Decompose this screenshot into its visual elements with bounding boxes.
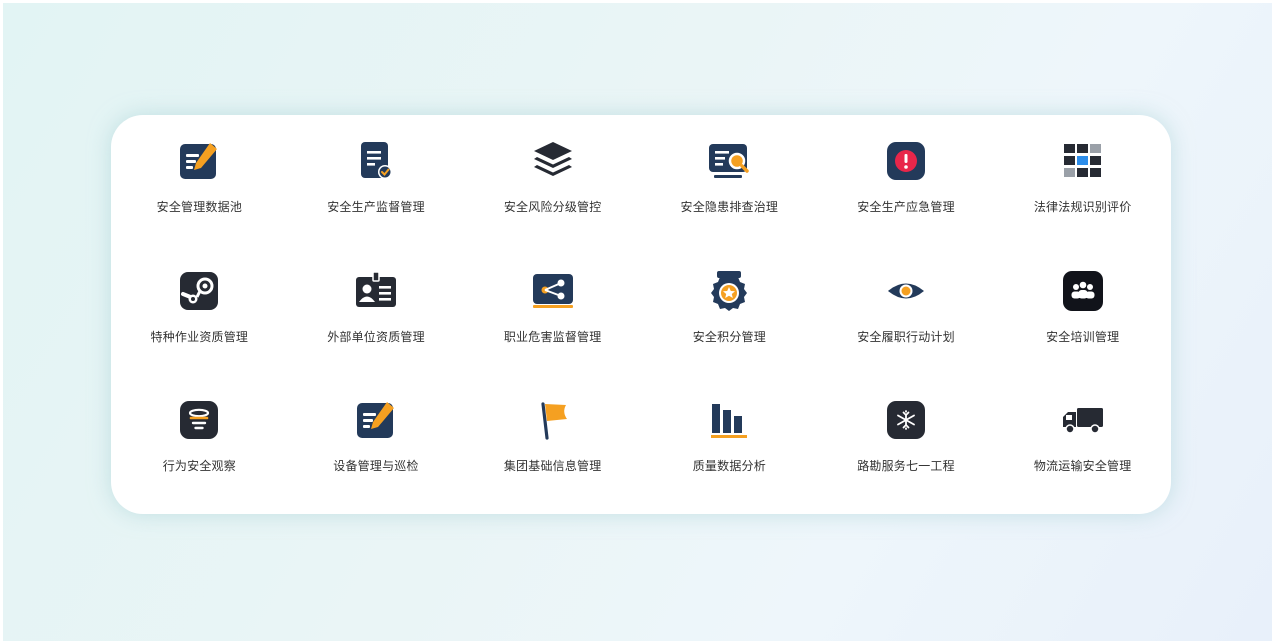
module-safety-data-pool[interactable]: 安全管理数据池	[111, 125, 288, 255]
module-group-basic-info[interactable]: 集团基础信息管理	[464, 384, 641, 514]
eye-icon	[884, 269, 928, 313]
grid-icon	[1061, 139, 1105, 183]
steam-icon	[177, 269, 221, 313]
medal-icon	[707, 269, 751, 313]
module-occupational-hazard[interactable]: 职业危害监督管理	[464, 255, 641, 385]
group-icon	[1061, 269, 1105, 313]
snowflake-icon	[884, 398, 928, 442]
module-label: 安全培训管理	[1046, 329, 1120, 344]
share-board-icon	[531, 269, 575, 313]
module-emergency-management[interactable]: 安全生产应急管理	[818, 125, 995, 255]
id-badge-icon	[354, 269, 398, 313]
module-equipment-inspection[interactable]: 设备管理与巡检	[288, 384, 465, 514]
module-label: 设备管理与巡检	[333, 459, 419, 474]
module-duty-action-plan[interactable]: 安全履职行动计划	[818, 255, 995, 385]
tornado-icon	[177, 398, 221, 442]
module-label: 路勘服务七一工程	[857, 459, 955, 474]
document-check-icon	[354, 139, 398, 183]
module-risk-control[interactable]: 安全风险分级管控	[464, 125, 641, 255]
module-hazard-inspection[interactable]: 安全隐患排查治理	[641, 125, 818, 255]
module-label: 安全管理数据池	[156, 200, 243, 214]
module-panel: 安全管理数据池 安全生产监督管理 安全风险分级管控 安全隐患排查治理 安全生产应…	[111, 115, 1171, 514]
module-label: 安全隐患排查治理	[680, 200, 779, 214]
truck-icon	[1061, 398, 1105, 442]
module-external-unit-qualification[interactable]: 外部单位资质管理	[288, 255, 465, 385]
module-law-evaluation[interactable]: 法律法规识别评价	[994, 125, 1171, 255]
module-label: 安全风险分级管控	[503, 200, 602, 214]
screen-search-icon	[707, 139, 751, 183]
module-safety-training[interactable]: 安全培训管理	[994, 255, 1171, 385]
module-label: 行为安全观察	[162, 459, 236, 474]
module-label: 集团基础信息管理	[503, 459, 602, 474]
layers-icon	[531, 139, 575, 183]
edit-square-icon	[354, 398, 398, 442]
module-label: 安全积分管理	[692, 329, 766, 344]
module-label: 物流运输安全管理	[1033, 459, 1132, 474]
module-label: 质量数据分析	[692, 459, 766, 474]
module-label: 安全生产监督管理	[327, 200, 425, 214]
module-quality-analysis[interactable]: 质量数据分析	[641, 384, 818, 514]
flag-icon	[531, 398, 575, 442]
module-label: 外部单位资质管理	[327, 329, 425, 344]
module-road-survey-service[interactable]: 路勘服务七一工程	[818, 384, 995, 514]
module-logistics-transport-safety[interactable]: 物流运输安全管理	[994, 384, 1171, 514]
alert-icon	[884, 139, 928, 183]
module-label: 特种作业资质管理	[150, 329, 249, 344]
module-production-supervision[interactable]: 安全生产监督管理	[288, 125, 465, 255]
edit-square-icon	[177, 139, 221, 183]
module-label: 安全履职行动计划	[857, 329, 955, 344]
module-behavior-observation[interactable]: 行为安全观察	[111, 384, 288, 514]
bar-chart-icon	[707, 398, 751, 442]
module-label: 安全生产应急管理	[857, 200, 955, 214]
module-safety-points[interactable]: 安全积分管理	[641, 255, 818, 385]
module-special-operation-qualification[interactable]: 特种作业资质管理	[111, 255, 288, 385]
module-label: 法律法规识别评价	[1033, 200, 1132, 214]
module-label: 职业危害监督管理	[503, 329, 602, 344]
